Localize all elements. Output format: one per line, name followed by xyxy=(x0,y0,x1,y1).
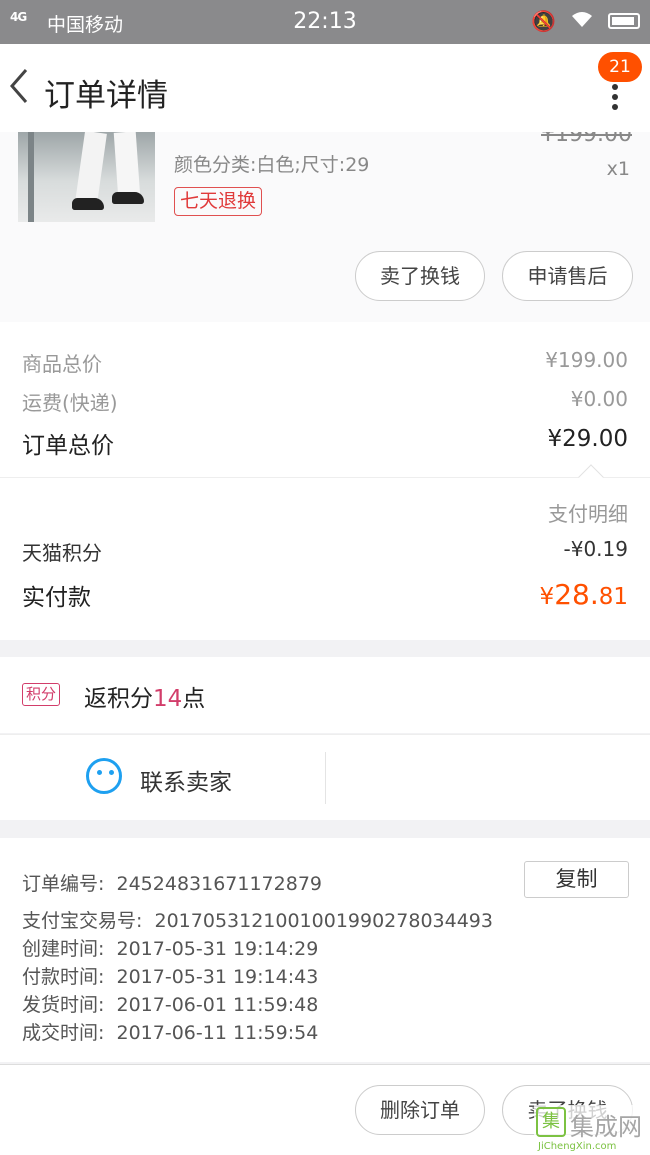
points-badge: 积分 xyxy=(22,683,61,706)
paid-amount-integer: 28. xyxy=(554,578,599,611)
return-policy-tag: 七天退换 xyxy=(174,187,263,216)
alipay-label: 支付宝交易号: xyxy=(22,910,143,932)
divider xyxy=(325,752,326,804)
watermark-text: 集成网 xyxy=(570,1113,642,1141)
order-total-value: ¥29.00 xyxy=(547,426,628,452)
contact-seller-button[interactable]: 联系卖家 xyxy=(140,763,232,797)
created-value: 2017-05-31 19:14:29 xyxy=(116,938,319,960)
paid-amount: ¥28.81 xyxy=(540,578,628,611)
battery-icon xyxy=(608,13,640,29)
status-bar: 4G 中国移动 22:13 🔕 xyxy=(0,0,650,44)
tmall-points-label: 天猫积分 xyxy=(22,541,102,565)
order-number-label: 订单编号: xyxy=(22,873,105,895)
shipped-line: 发货时间: 2017-06-01 11:59:48 xyxy=(22,990,318,1017)
goods-total-value: ¥199.00 xyxy=(545,348,628,372)
bell-mute-icon: 🔕 xyxy=(531,9,556,33)
points-text: 返积分14点 xyxy=(84,679,205,713)
product-card[interactable]: ¥199.00 颜色分类:白色;尺寸:29 x1 七天退换 卖了换钱 申请售后 xyxy=(0,132,650,322)
goods-total-label: 商品总价 xyxy=(22,352,102,376)
alipay-line: 支付宝交易号: 2017053121001001990278034493 xyxy=(22,906,493,933)
price-summary: 商品总价 ¥199.00 运费(快递) ¥0.00 订单总价 ¥29.00 支付… xyxy=(0,322,650,640)
order-number-value: 24524831671172879 xyxy=(116,873,323,895)
nav-bar: 订单详情 21 xyxy=(0,44,650,132)
paid-time-line: 付款时间: 2017-05-31 19:14:43 xyxy=(22,962,318,989)
points-row: 积分 返积分14点 xyxy=(0,657,650,733)
points-prefix: 返积分 xyxy=(84,686,153,712)
alipay-value: 2017053121001001990278034493 xyxy=(154,910,493,932)
contact-bar: 联系卖家 xyxy=(0,734,650,820)
page-title: 订单详情 xyxy=(44,78,168,114)
after-sales-button[interactable]: 申请售后 xyxy=(502,251,633,301)
paid-label: 实付款 xyxy=(22,585,91,611)
shipping-value: ¥0.00 xyxy=(570,387,628,411)
paid-time-label: 付款时间: xyxy=(22,966,105,988)
more-dots-icon[interactable] xyxy=(610,84,620,110)
watermark-url: JiChengXin.com xyxy=(538,1141,617,1152)
points-suffix: 点 xyxy=(182,686,206,712)
back-arrow-icon[interactable] xyxy=(6,66,36,106)
smile-chat-icon[interactable] xyxy=(86,758,122,794)
copy-button[interactable]: 复制 xyxy=(524,861,629,898)
divider xyxy=(0,477,650,478)
payment-detail-label: 支付明细 xyxy=(548,502,628,526)
product-quantity: x1 xyxy=(606,158,630,180)
paid-time-value: 2017-05-31 19:14:43 xyxy=(116,966,319,988)
wifi-icon xyxy=(570,9,594,33)
delete-order-button[interactable]: 删除订单 xyxy=(355,1085,485,1135)
completed-label: 成交时间: xyxy=(22,1022,105,1044)
message-count-badge[interactable]: 21 xyxy=(598,52,642,82)
created-line: 创建时间: 2017-05-31 19:14:29 xyxy=(22,934,318,961)
completed-value: 2017-06-11 11:59:54 xyxy=(116,1022,319,1044)
site-watermark: 集 集成网 JiChengXin.com xyxy=(534,1105,650,1155)
shipping-label: 运费(快递) xyxy=(22,391,118,415)
paid-currency: ¥ xyxy=(539,584,555,610)
sell-item-button[interactable]: 卖了换钱 xyxy=(355,251,485,301)
order-number-line: 订单编号: 24524831671172879 xyxy=(22,869,322,896)
order-total-label: 订单总价 xyxy=(22,433,114,459)
order-info: 订单编号: 24524831671172879 复制 支付宝交易号: 20170… xyxy=(0,838,650,1062)
shipped-value: 2017-06-01 11:59:48 xyxy=(116,994,319,1016)
divider xyxy=(0,734,650,735)
completed-line: 成交时间: 2017-06-11 11:59:54 xyxy=(22,1018,318,1045)
original-price: ¥199.00 xyxy=(541,132,632,147)
caret-up-icon xyxy=(578,464,604,490)
status-icons: 🔕 xyxy=(531,9,640,33)
tmall-points-value: -¥0.19 xyxy=(563,537,628,561)
product-thumbnail[interactable] xyxy=(18,132,155,222)
product-sku: 颜色分类:白色;尺寸:29 xyxy=(174,154,370,176)
created-label: 创建时间: xyxy=(22,938,105,960)
watermark-logo-icon: 集 xyxy=(536,1107,566,1137)
points-number: 14 xyxy=(153,686,183,712)
paid-amount-decimal: 81 xyxy=(598,584,628,610)
shipped-label: 发货时间: xyxy=(22,994,105,1016)
